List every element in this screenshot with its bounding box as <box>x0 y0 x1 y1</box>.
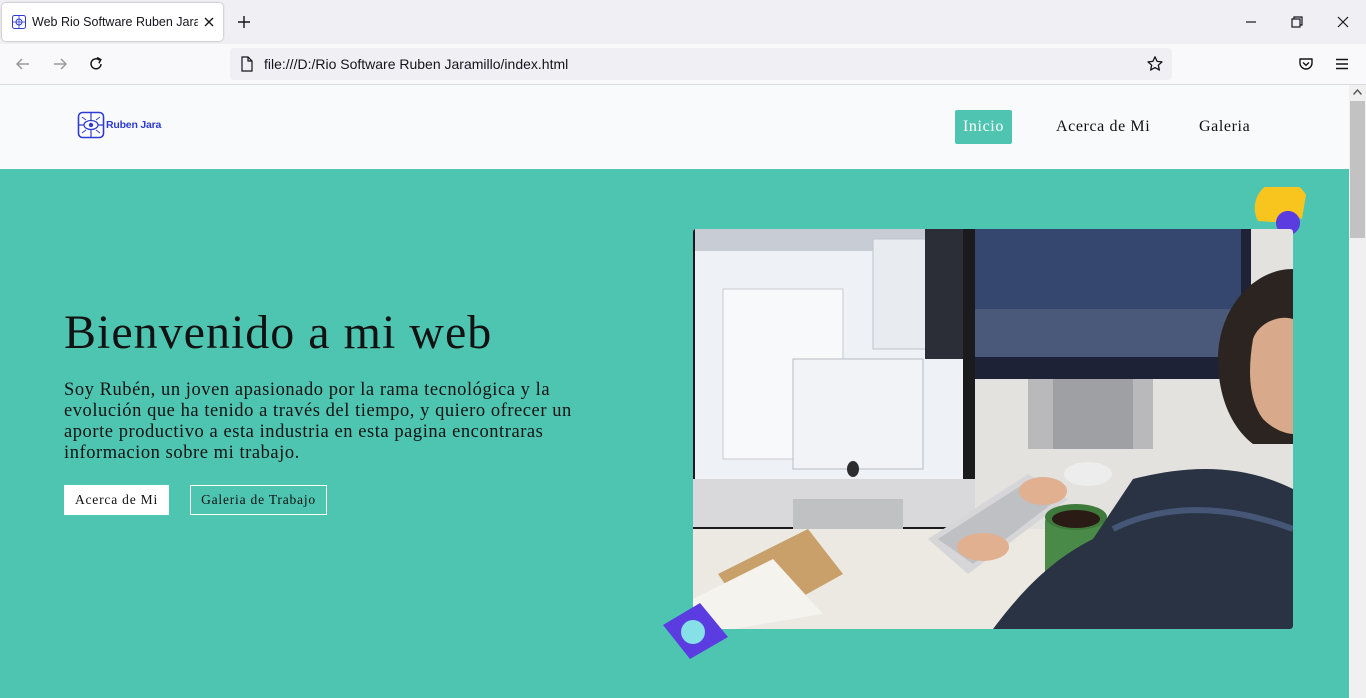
pocket-icon[interactable] <box>1297 55 1315 73</box>
hamburger-menu-icon[interactable] <box>1333 55 1351 73</box>
site-favicon-icon <box>12 15 26 29</box>
workspace-photo <box>693 229 1293 629</box>
file-page-icon <box>241 56 253 72</box>
restore-window-icon[interactable] <box>1289 14 1305 30</box>
navigation-toolbar: file:///D:/Rio Software Ruben Jaramillo/… <box>0 44 1366 85</box>
new-tab-icon[interactable] <box>236 14 252 30</box>
close-tab-icon[interactable] <box>201 14 217 30</box>
site-header: Ruben Jara Inicio Acerca de Mi Galeria <box>0 85 1349 169</box>
address-bar[interactable]: file:///D:/Rio Software Ruben Jaramillo/… <box>230 48 1172 80</box>
tab-title: Web Rio Software Ruben Jaramillo <box>32 15 198 29</box>
page-viewport: Ruben Jara Inicio Acerca de Mi Galeria B… <box>0 85 1349 698</box>
work-gallery-button[interactable]: Galeria de Trabajo <box>190 485 327 515</box>
hero-section: Bienvenido a mi web Soy Rubén, un joven … <box>0 169 1349 698</box>
page-scrollbar[interactable] <box>1349 85 1366 698</box>
hero-title: Bienvenido a mi web <box>64 306 493 359</box>
logo-brand-text: Ruben Jara <box>106 119 162 131</box>
scrollbar-thumb[interactable] <box>1350 101 1365 238</box>
nav-link-galeria[interactable]: Galeria <box>1199 110 1250 144</box>
scroll-up-arrow-icon[interactable] <box>1353 89 1362 95</box>
bookmark-star-icon[interactable] <box>1146 55 1164 73</box>
close-window-icon[interactable] <box>1335 14 1351 30</box>
browser-tab[interactable]: Web Rio Software Ruben Jaramillo <box>2 3 223 41</box>
logo-mark-icon <box>77 111 105 139</box>
nav-link-acerca-de-mi[interactable]: Acerca de Mi <box>1056 110 1150 144</box>
hero-description: Soy Rubén, un joven apasionado por la ra… <box>64 380 572 463</box>
nav-link-inicio[interactable]: Inicio <box>955 110 1012 144</box>
about-me-button[interactable]: Acerca de Mi <box>64 485 169 515</box>
site-logo[interactable]: Ruben Jara <box>77 111 161 139</box>
decorative-shape-bottom <box>663 603 728 659</box>
reload-icon[interactable] <box>87 55 105 73</box>
forward-arrow-icon[interactable] <box>51 55 69 73</box>
minimize-window-icon[interactable] <box>1243 14 1259 30</box>
url-text[interactable]: file:///D:/Rio Software Ruben Jaramillo/… <box>264 56 568 72</box>
back-arrow-icon[interactable] <box>14 55 32 73</box>
tab-strip: Web Rio Software Ruben Jaramillo <box>0 0 1366 44</box>
